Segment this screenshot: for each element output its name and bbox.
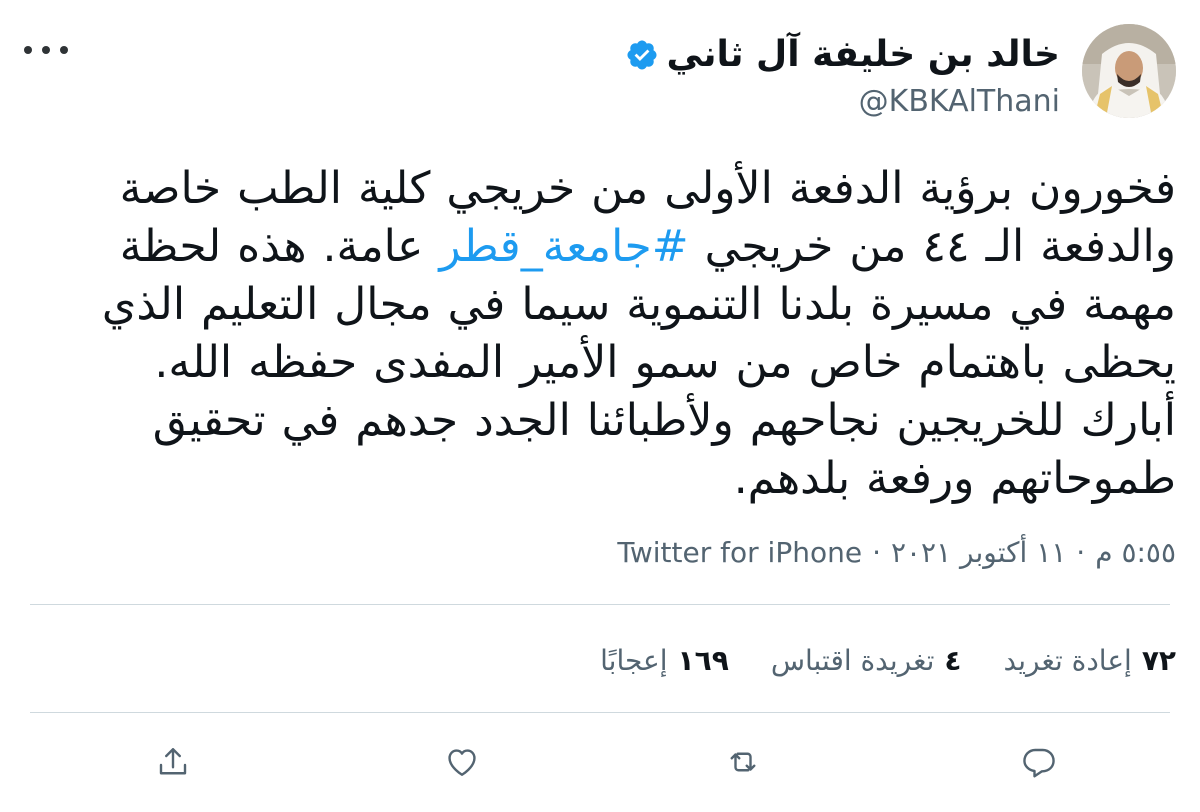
retweets-stat[interactable]: ٧٢ إعادة تغريد xyxy=(1004,644,1176,677)
share-button[interactable] xyxy=(149,738,197,786)
share-icon xyxy=(159,748,187,775)
retweets-count: ٧٢ xyxy=(1141,643,1176,677)
avatar[interactable] xyxy=(1082,24,1176,118)
retweet-icon xyxy=(730,752,756,772)
tweet-date[interactable]: ١١ أكتوبر ٢٠٢١ xyxy=(891,536,1066,569)
tweet-header: خالد بن خليفة آل ثاني @KBKAlThani xyxy=(24,24,1176,128)
verified-badge-icon xyxy=(625,38,659,72)
divider xyxy=(30,712,1170,713)
tweet-text: فخورون برؤية الدفعة الأولى من خريجي كلية… xyxy=(86,160,1176,508)
author-info: خالد بن خليفة آل ثاني @KBKAlThani xyxy=(625,32,1060,122)
tweet-meta: ٥:٥٥ م · ١١ أكتوبر ٢٠٢١ · Twitter for iP… xyxy=(617,530,1176,574)
likes-count: ١٦٩ xyxy=(677,643,729,677)
retweets-label: إعادة تغريد xyxy=(1003,643,1132,677)
meta-separator: · xyxy=(1076,535,1086,569)
meta-separator: · xyxy=(872,535,881,569)
likes-stat[interactable]: ١٦٩ إعجابًا xyxy=(600,644,729,677)
hashtag-link[interactable]: #جامعة_قطر xyxy=(439,221,688,272)
quotes-count: ٤ xyxy=(944,643,962,677)
tweet-card: خالد بن خليفة آل ثاني @KBKAlThani فخورون… xyxy=(0,0,1200,812)
tweet-time[interactable]: ٥:٥٥ م xyxy=(1095,536,1176,569)
divider xyxy=(30,604,1170,605)
more-options-icon[interactable] xyxy=(24,40,68,60)
like-button[interactable] xyxy=(438,738,486,786)
display-name-row: خالد بن خليفة آل ثاني xyxy=(625,32,1060,78)
tweet-source[interactable]: Twitter for iPhone xyxy=(617,536,862,569)
quotes-label: تغريدة اقتباس xyxy=(770,643,935,677)
tweet-actions xyxy=(0,738,1200,786)
like-icon xyxy=(448,749,476,776)
retweet-button[interactable] xyxy=(719,738,767,786)
avatar-photo xyxy=(1082,24,1176,118)
likes-label: إعجابًا xyxy=(600,643,668,677)
author-handle[interactable]: @KBKAlThani xyxy=(625,82,1060,122)
display-name[interactable]: خالد بن خليفة آل ثاني xyxy=(667,32,1060,78)
tweet-stats: ٧٢ إعادة تغريد ٤ تغريدة اقتباس ١٦٩ إعجاب… xyxy=(600,636,1176,684)
reply-button[interactable] xyxy=(1015,738,1063,786)
reply-icon xyxy=(1023,748,1055,778)
quotes-stat[interactable]: ٤ تغريدة اقتباس xyxy=(771,644,962,677)
